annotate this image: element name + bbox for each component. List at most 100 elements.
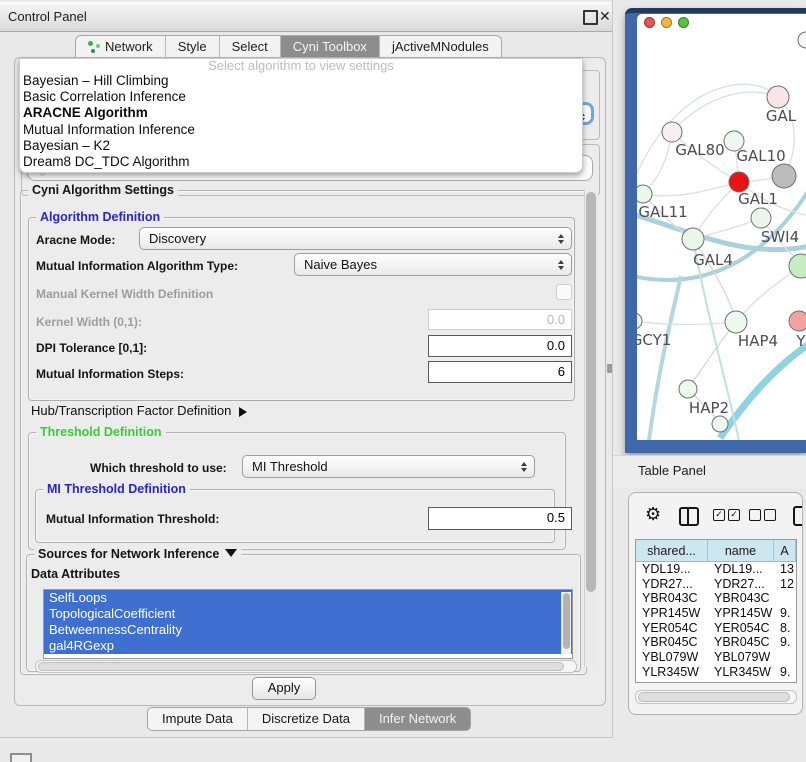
table-cell: YBR043C	[636, 591, 708, 606]
mi-threshold-label: Mutual Information Threshold:	[46, 512, 219, 526]
data-attribute-item[interactable]: TopologicalCoefficient	[44, 606, 572, 622]
tab-style[interactable]: Style	[166, 36, 220, 59]
table-cell: YDR27...	[708, 577, 774, 592]
checked-box-icon[interactable]: ✓	[713, 509, 725, 521]
tab-cyni-toolbox[interactable]: Cyni Toolbox	[281, 36, 380, 59]
table-row[interactable]: YLR345WYLR345W9.	[636, 665, 796, 680]
table-horizontal-scrollbar[interactable]	[635, 690, 797, 704]
network-node-label: HAP2	[689, 399, 729, 417]
which-threshold-label: Which threshold to use:	[90, 461, 227, 475]
network-canvas[interactable]: GALGAL80GAL10GAL1GAL11SWI4GAL4GCY1HAP4YH…	[637, 14, 806, 440]
column-header[interactable]: name	[708, 540, 774, 561]
table-panel-title: Table Panel	[638, 463, 706, 478]
network-node[interactable]	[729, 172, 749, 192]
unchecked-box-icon[interactable]	[764, 509, 776, 521]
apply-button[interactable]: Apply	[252, 677, 316, 700]
network-node[interactable]	[767, 86, 789, 108]
data-attributes-list[interactable]: SelfLoopsTopologicalCoefficientBetweenne…	[43, 589, 573, 659]
data-attribute-item[interactable]: gal4RGexp	[44, 638, 572, 654]
settings-vertical-scrollbar[interactable]	[584, 189, 598, 667]
list-vertical-scrollbar[interactable]	[561, 592, 571, 654]
manual-kernel-width-checkbox[interactable]	[556, 284, 572, 300]
hub-definition-section[interactable]: Hub/Transcription Factor Definition	[31, 403, 252, 418]
splitter-handle[interactable]	[607, 364, 612, 373]
checked-box-icon[interactable]: ✓	[728, 509, 740, 521]
table-cell: YIL052C	[636, 680, 708, 684]
data-attributes-label: Data Attributes	[31, 567, 120, 581]
table-cell: YIL052C	[708, 680, 774, 684]
algorithm-option[interactable]: Mutual Information Inference	[20, 122, 582, 138]
table-row[interactable]: YBL079WYBL079W	[636, 650, 796, 665]
tab-impute-data[interactable]: Impute Data	[148, 708, 248, 730]
minimize-traffic-light[interactable]	[661, 17, 672, 28]
cyni-toolbox-content: gal-filtered sif default node Cyni Algor…	[14, 57, 606, 706]
table-row[interactable]: YDL19...YDL19...13	[636, 562, 796, 577]
unchecked-box-icon[interactable]	[749, 509, 761, 521]
tab-infer-network[interactable]: Infer Network	[365, 708, 470, 730]
data-attribute-item[interactable]: SelfLoops	[44, 590, 572, 606]
mi-algorithm-type-combo[interactable]: Naive Bayes	[294, 253, 572, 276]
network-node[interactable]	[798, 32, 806, 48]
partial-toolbar-icon[interactable]	[793, 506, 803, 526]
table-cell: 9.	[774, 635, 796, 650]
float-window-icon[interactable]	[583, 10, 598, 25]
kernel-width-field[interactable]: 0.0	[428, 309, 572, 330]
group-title: Sources for Network Inference	[34, 547, 241, 561]
tab-jactivemnodules[interactable]: jActiveMNodules	[380, 36, 501, 59]
mi-threshold-definition-group: MI Threshold Definition Mutual Informati…	[35, 489, 555, 543]
network-node[interactable]	[679, 380, 697, 398]
network-node-label: GAL4	[693, 251, 733, 269]
network-view-window[interactable]: GALGAL80GAL10GAL1GAL11SWI4GAL4GCY1HAP4YH…	[637, 14, 806, 440]
combo-arrows-icon	[558, 257, 564, 273]
group-title: Algorithm Definition	[36, 210, 164, 224]
table-row[interactable]: YER054CYER054C8.	[636, 621, 796, 636]
network-node[interactable]	[789, 311, 806, 331]
aracne-mode-combo[interactable]: Discovery	[139, 227, 572, 250]
algorithm-option[interactable]: Bayesian – Hill Climbing	[20, 73, 582, 89]
network-node[interactable]	[662, 122, 682, 142]
tab-discretize-data[interactable]: Discretize Data	[248, 708, 365, 730]
tab-label: jActiveMNodules	[392, 39, 489, 54]
sources-horizontal-scrollbar[interactable]	[35, 660, 577, 673]
tab-network[interactable]: Network	[76, 36, 166, 59]
manual-kernel-width-label: Manual Kernel Width Definition	[36, 287, 213, 301]
table-cell: YBL079W	[708, 650, 774, 665]
algorithm-option[interactable]: Basic Correlation Inference	[20, 89, 582, 105]
zoom-traffic-light[interactable]	[678, 17, 689, 28]
network-node[interactable]	[637, 185, 652, 203]
table-cell: 9.	[774, 606, 796, 621]
network-node-label: SWI4	[761, 228, 799, 246]
network-node[interactable]	[772, 164, 796, 188]
table-row[interactable]: YIL052CYIL052C9.	[636, 680, 796, 684]
column-header[interactable]: shared...	[636, 540, 708, 561]
dpi-tolerance-field[interactable]: 0.0	[428, 335, 572, 357]
network-node[interactable]	[637, 313, 642, 329]
close-traffic-light[interactable]	[644, 17, 655, 28]
gear-icon[interactable]: ⚙	[645, 505, 661, 523]
algorithm-option[interactable]: Dream8 DC_TDC Algorithm	[20, 154, 582, 170]
split-pane-icon[interactable]	[679, 507, 699, 526]
data-attribute-item[interactable]: BetweennessCentrality	[44, 622, 572, 638]
network-node[interactable]	[789, 254, 806, 278]
algorithm-option[interactable]: Bayesian – K2	[20, 138, 582, 154]
tab-label: Impute Data	[162, 711, 233, 726]
table-row[interactable]: YPR145WYPR145W9.	[636, 606, 796, 621]
table-row[interactable]: YBR045CYBR045C9.	[636, 635, 796, 650]
network-node[interactable]	[751, 208, 771, 228]
algorithm-option[interactable]: ARACNE Algorithm	[20, 105, 582, 121]
mi-steps-field[interactable]: 6	[428, 361, 572, 383]
tab-select[interactable]: Select	[220, 36, 281, 59]
which-threshold-combo[interactable]: MI Threshold	[242, 455, 535, 478]
node-table[interactable]: shared...nameA YDL19...YDL19...13YDR27..…	[635, 539, 797, 683]
network-node[interactable]	[725, 311, 747, 333]
tab-label: Cyni Toolbox	[293, 39, 367, 54]
column-header[interactable]: A	[774, 540, 796, 561]
table-row[interactable]: YDR27...YDR27...12	[636, 577, 796, 592]
network-node[interactable]	[712, 416, 728, 432]
table-cell: YPR145W	[636, 606, 708, 621]
table-row[interactable]: YBR043CYBR043C	[636, 591, 796, 606]
mi-threshold-field[interactable]: 0.5	[428, 507, 572, 530]
network-node[interactable]	[682, 228, 704, 250]
close-panel-icon[interactable]: ✕	[599, 8, 611, 25]
collapsed-panel-icon[interactable]	[10, 753, 32, 762]
